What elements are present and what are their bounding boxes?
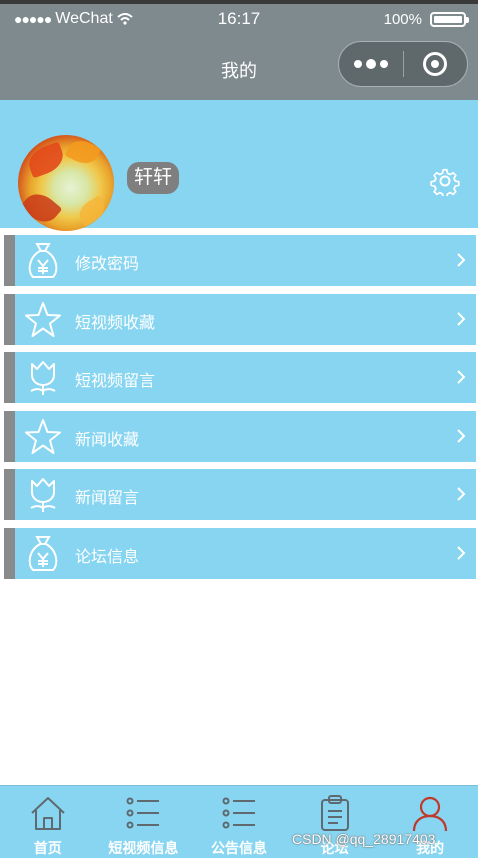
target-icon	[423, 52, 448, 76]
user-icon	[413, 796, 448, 832]
battery-percent: 100%	[383, 11, 422, 28]
chevron-right-icon	[457, 487, 466, 501]
money-bag-icon	[28, 535, 58, 571]
tulip-icon	[30, 361, 56, 395]
star-icon	[25, 301, 61, 337]
menu-item-label: 新闻收藏	[75, 431, 140, 449]
tab-home[interactable]: 首页	[0, 786, 96, 858]
tab-bar: 首页 短视频信息 公告信息 论坛 我的	[0, 785, 478, 858]
clipboard-icon	[320, 795, 349, 831]
chevron-right-icon	[457, 253, 466, 267]
money-bag-icon	[28, 243, 58, 278]
chevron-right-icon	[457, 311, 466, 326]
tab-forum[interactable]: 论坛	[287, 786, 383, 858]
menu-item-forum-info[interactable]: 论坛信息	[4, 527, 476, 579]
close-miniprogram-button[interactable]	[404, 52, 468, 76]
menu-item-label: 修改密码	[75, 256, 140, 273]
menu-list: 修改密码 短视频收藏 短视频留言 新闻收藏 新闻留言 论坛信息	[4, 235, 476, 586]
menu-item-video-favorites[interactable]: 短视频收藏	[4, 293, 476, 345]
chevron-right-icon	[457, 370, 466, 384]
tab-label: 短视频信息	[108, 840, 179, 856]
home-icon	[31, 797, 65, 830]
tab-label: 公告信息	[210, 840, 267, 856]
chevron-right-icon	[457, 545, 466, 560]
tab-mine[interactable]: 我的	[382, 786, 478, 858]
avatar[interactable]	[18, 135, 114, 231]
menu-item-label: 短视频留言	[75, 373, 156, 390]
navigation-bar: 我的	[0, 36, 478, 100]
more-menu-button[interactable]	[339, 58, 403, 69]
star-icon	[25, 418, 61, 454]
menu-item-news-comments[interactable]: 新闻留言	[4, 469, 476, 520]
menu-item-news-favorites[interactable]: 新闻收藏	[4, 410, 476, 462]
tab-label: 首页	[33, 840, 62, 856]
gear-icon[interactable]	[430, 166, 460, 196]
menu-item-video-comments[interactable]: 短视频留言	[4, 352, 476, 403]
chevron-right-icon	[457, 428, 466, 443]
profile-header: 轩轩	[0, 100, 478, 231]
status-bar: ●●●●● WeChat 16:17 100%	[0, 4, 478, 36]
tulip-icon	[30, 478, 56, 512]
menu-item-label: 短视频收藏	[75, 314, 156, 332]
battery-info: 100%	[383, 11, 469, 28]
menu-item-label: 论坛信息	[75, 548, 140, 566]
battery-icon	[430, 12, 469, 27]
watermark: CSDN @qq_28917403	[292, 831, 436, 847]
tab-video-info[interactable]: 短视频信息	[96, 786, 192, 858]
list-icon	[126, 797, 160, 829]
username: 轩轩	[127, 162, 180, 194]
list-icon	[222, 797, 255, 829]
menu-item-label: 新闻留言	[75, 490, 140, 507]
miniprogram-capsule	[338, 41, 468, 87]
tab-announcements[interactable]: 公告信息	[191, 786, 287, 858]
menu-item-change-password[interactable]: 修改密码	[4, 235, 476, 286]
